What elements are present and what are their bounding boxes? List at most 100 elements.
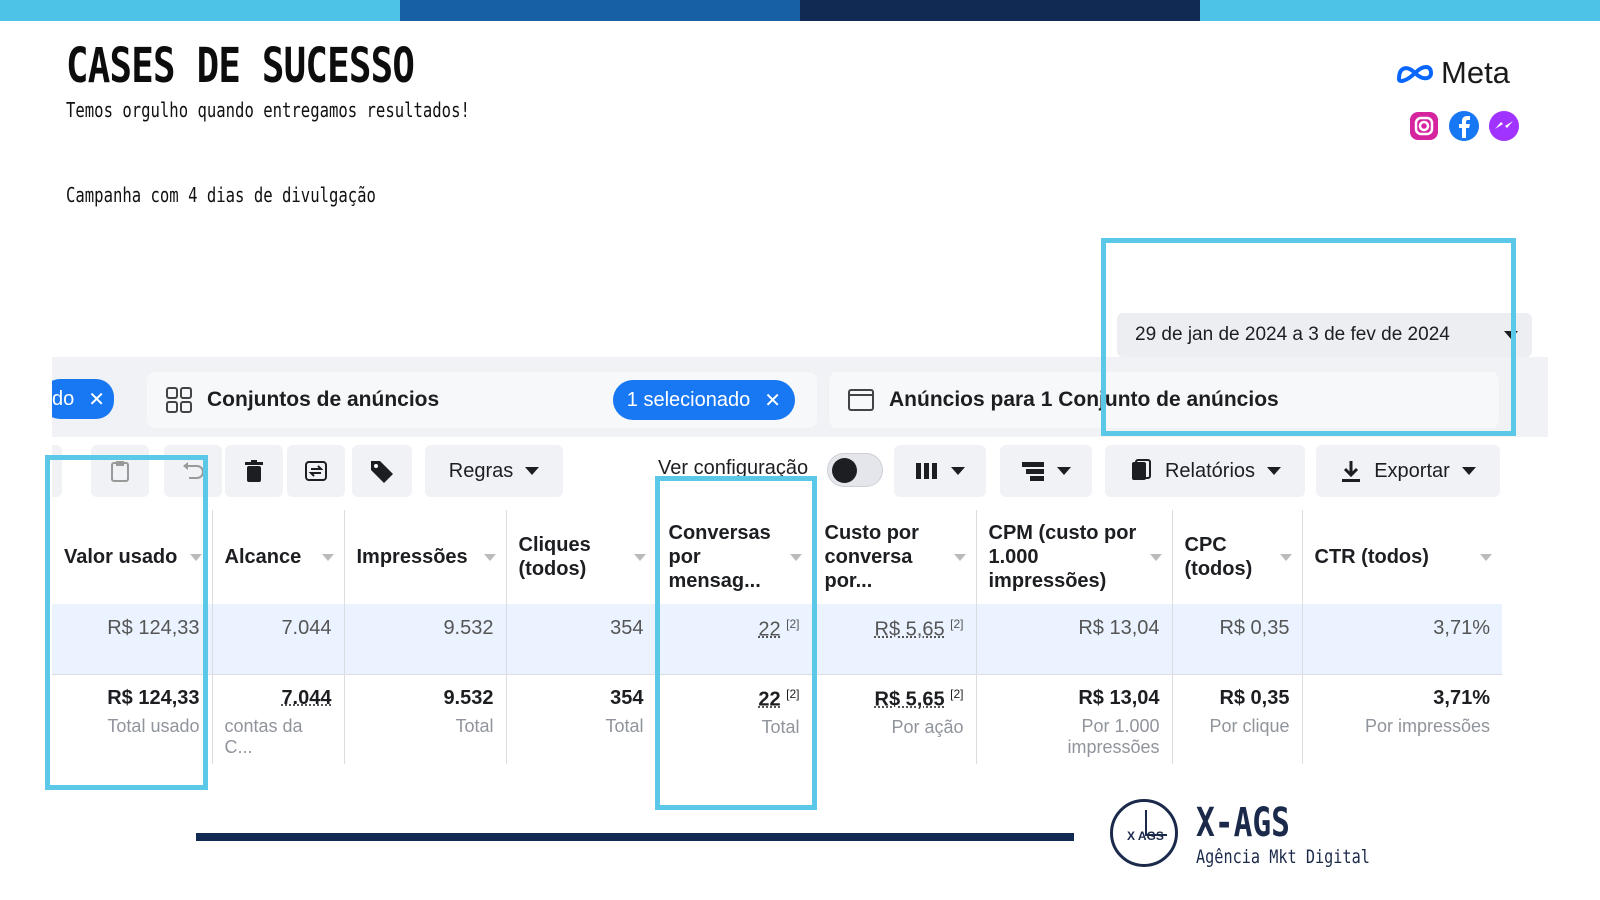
table-cell: R$ 5,65 [2] (812, 604, 977, 674)
reports-icon (1131, 459, 1151, 480)
column-header[interactable]: Cliques (todos) (506, 510, 657, 604)
cell-value: 22 (758, 618, 781, 641)
meta-logo: Meta (1395, 55, 1510, 91)
sort-icon[interactable] (321, 554, 334, 561)
breakdown-button[interactable] (1000, 445, 1092, 497)
total-cell: R$ 5,65 [2] Por ação (812, 673, 977, 764)
total-value: R$ 0,35 (1219, 686, 1290, 709)
reports-label: Relatórios (1164, 459, 1256, 482)
swap-icon (305, 461, 327, 481)
toolbar: Regras Ver configuração Relatórios Expor… (52, 437, 1548, 503)
column-label: Valor usado (64, 546, 178, 568)
download-icon (1342, 461, 1361, 482)
table-cell: 7.044 (212, 604, 345, 674)
sort-icon[interactable] (1149, 554, 1162, 561)
sort-icon[interactable] (633, 554, 646, 561)
reports-dropdown[interactable]: Relatórios (1105, 445, 1305, 497)
total-cell: 3,71% Por impressões (1302, 673, 1502, 764)
column-header[interactable]: Valor usado (52, 510, 213, 604)
table-cell: 22 [2] (656, 604, 813, 674)
instagram-icon (1408, 110, 1440, 142)
tab-ads[interactable]: Anúncios para 1 Conjunto de anúncios (829, 372, 1499, 428)
table-row[interactable]: R$ 124,33 7.044 9.532 354 22 [2] R$ 5,65… (52, 604, 1502, 674)
delete-button[interactable] (225, 445, 283, 497)
column-label: Impressões (356, 546, 468, 568)
column-header[interactable]: Alcance (212, 510, 345, 604)
top-color-bar (0, 0, 1600, 21)
close-icon[interactable]: ✕ (764, 388, 781, 413)
total-sub: Total usado (107, 715, 200, 736)
tab-ads-label: Anúncios para 1 Conjunto de anúncios (889, 388, 1279, 411)
total-cell: 9.532 Total (344, 673, 507, 764)
topbar-segment (400, 0, 800, 21)
date-range-label: 29 de jan de 2024 a 3 de fev de 2024 (1135, 324, 1450, 345)
sort-icon[interactable] (1480, 554, 1492, 561)
total-sub: Por 1.000 impressões (1067, 715, 1160, 757)
total-value: 7.044 (281, 686, 332, 709)
export-dropdown[interactable]: Exportar (1316, 445, 1500, 497)
total-sub: Por ação (891, 717, 964, 738)
total-value: 22 (758, 688, 781, 711)
sort-icon[interactable] (789, 554, 802, 561)
column-header[interactable]: Conversas por mensag... (656, 510, 813, 604)
tag-button[interactable] (352, 445, 412, 497)
topbar-segment (0, 0, 400, 21)
columns-button[interactable] (894, 445, 986, 497)
column-label: Custo por conversa por... (824, 522, 919, 592)
facebook-icon (1448, 110, 1480, 142)
total-cell: R$ 13,04 Por 1.000 impressões (976, 673, 1173, 764)
table-cell: 354 (506, 604, 657, 674)
column-header[interactable]: CPM (custo por 1.000 impressões) (976, 510, 1173, 604)
metrics-table: Valor usado Alcance Impressões Cliques (… (52, 510, 1502, 764)
total-sub: Total (761, 717, 800, 738)
social-icons (1408, 110, 1520, 142)
column-label: CPC (todos) (1184, 534, 1253, 580)
clipboard-icon (111, 461, 129, 482)
view-config-label: Ver configuração (658, 457, 809, 479)
column-header[interactable]: Impressões (344, 510, 507, 604)
topbar-segment (1200, 0, 1600, 21)
rules-dropdown[interactable]: Regras (425, 445, 563, 497)
footnote: [2] (786, 617, 800, 631)
tab-campaigns[interactable]: do ✕ (52, 379, 114, 419)
table-cell: 3,71% (1302, 604, 1502, 674)
undo-button[interactable] (164, 445, 222, 497)
column-label: CTR (todos) (1314, 546, 1429, 568)
table-header-row: Valor usado Alcance Impressões Cliques (… (52, 510, 1502, 604)
column-label: Alcance (224, 546, 302, 568)
total-value: R$ 13,04 (1078, 686, 1160, 709)
footnote: [2] (950, 617, 964, 631)
tab-ad-sets[interactable]: Conjuntos de anúncios 1 selecionado ✕ (147, 372, 817, 428)
selected-pill[interactable]: 1 selecionado ✕ (612, 380, 795, 420)
duplicate-button[interactable] (91, 445, 149, 497)
total-sub: Por clique (1209, 715, 1290, 736)
ab-test-button[interactable] (287, 445, 345, 497)
column-header[interactable]: Custo por conversa por... (812, 510, 977, 604)
close-icon[interactable]: ✕ (88, 387, 105, 412)
view-config-toggle[interactable] (827, 453, 883, 487)
undo-icon (183, 462, 204, 479)
table-totals-row: R$ 124,33 Total usado 7.044 contas da C...… (52, 673, 1502, 764)
tag-icon (371, 461, 393, 483)
sort-icon[interactable] (1279, 554, 1292, 561)
edit-button[interactable] (52, 445, 62, 497)
sort-icon[interactable] (483, 554, 496, 561)
chevron-down-icon (1267, 467, 1282, 475)
cell-value: R$ 5,65 (874, 618, 945, 641)
meta-infinity-icon (1396, 65, 1434, 83)
logo-small-text: X AGS (1127, 829, 1164, 843)
column-label: CPM (custo por 1.000 impressões) (988, 522, 1137, 592)
column-header[interactable]: CTR (todos) (1302, 510, 1502, 604)
sort-icon[interactable] (189, 554, 202, 561)
chevron-down-icon (1057, 467, 1071, 475)
total-sub: Total (455, 715, 494, 736)
total-cell: R$ 124,33 Total usado (52, 673, 213, 764)
date-range-picker[interactable]: 29 de jan de 2024 a 3 de fev de 2024 (1117, 313, 1532, 357)
sort-icon[interactable] (953, 554, 966, 561)
column-header[interactable]: CPC (todos) (1172, 510, 1303, 604)
column-label: Cliques (todos) (518, 534, 591, 580)
total-value: 354 (610, 686, 644, 709)
chevron-down-icon (525, 467, 540, 475)
footer-line (196, 833, 1074, 841)
tab-ad-sets-label: Conjuntos de anúncios (207, 388, 440, 411)
